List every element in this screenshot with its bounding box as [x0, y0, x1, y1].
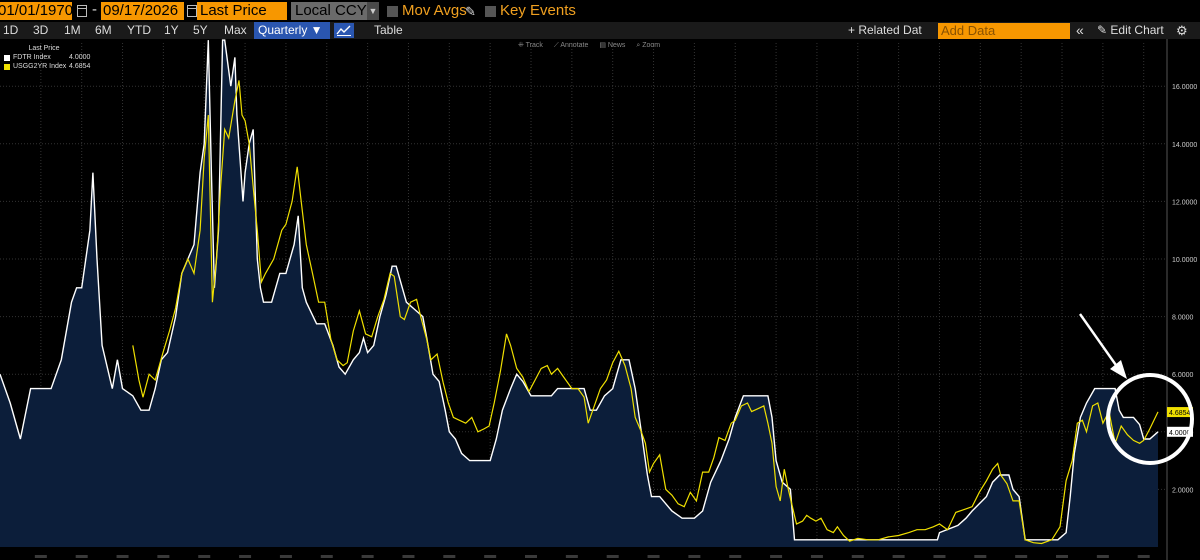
mov-avgs-label[interactable]: Mov Avgs: [402, 2, 467, 20]
line-chart-icon[interactable]: [334, 23, 354, 38]
range-1y[interactable]: 1Y: [164, 22, 179, 39]
table-button[interactable]: Table: [374, 22, 403, 39]
top-toolbar: 01/01/1970 - 09/17/2026 Last Price Local…: [0, 0, 1200, 22]
legend-row-fdtr[interactable]: FDTR Index 4.0000: [4, 53, 90, 62]
range-6m[interactable]: 6M: [95, 22, 112, 39]
calendar-icon[interactable]: [77, 5, 87, 17]
related-data-button[interactable]: + Related Dat: [848, 22, 934, 39]
y-tick-label: 10.0000: [1172, 257, 1197, 264]
legend-swatch: [4, 63, 10, 70]
zoom-tool[interactable]: ⌕ Zoom: [636, 42, 660, 49]
x-tick-mark: [320, 555, 333, 558]
date-separator: -: [92, 1, 97, 18]
x-tick-mark: [198, 555, 211, 558]
x-tick-mark: [851, 555, 864, 558]
x-tick-mark: [770, 555, 783, 558]
x-tick-mark: [1056, 555, 1069, 558]
x-tick-mark: [279, 555, 292, 558]
x-tick-mark: [1137, 555, 1150, 558]
settings-gear-icon[interactable]: ⚙: [1176, 22, 1188, 39]
x-tick-mark: [361, 555, 374, 558]
range-toolbar: 1D 3D 1M 6M YTD 1Y 5Y Max Quarterly ▼ Ta…: [0, 22, 1200, 39]
mov-avgs-checkbox[interactable]: [387, 6, 398, 17]
x-tick-mark: [116, 555, 129, 558]
price-field-select[interactable]: Last Price: [197, 2, 287, 20]
calendar-icon[interactable]: [187, 5, 197, 17]
chevron-down-icon[interactable]: ▼: [367, 2, 379, 20]
x-tick-mark: [729, 555, 742, 558]
pencil-icon[interactable]: ✎: [465, 4, 476, 20]
legend-series-value: 4.0000: [69, 54, 91, 61]
x-tick-mark: [239, 555, 252, 558]
x-tick-mark: [402, 555, 415, 558]
x-tick-mark: [34, 555, 47, 558]
end-date-field[interactable]: 09/17/2026: [101, 2, 184, 20]
legend-swatch: [4, 54, 10, 61]
x-tick-mark: [892, 555, 905, 558]
legend-series-name: FDTR Index: [13, 54, 51, 61]
svg-text:4.6854: 4.6854: [1169, 410, 1191, 417]
x-tick-mark: [157, 555, 170, 558]
y-tick-label: 2.0000: [1172, 487, 1194, 494]
rates-chart[interactable]: 2.0000 4.0000 6.0000 8.0000 10.0000 12.0000 14…: [0, 39, 1200, 560]
y-tick-label: 14.0000: [1172, 142, 1197, 149]
key-events-label[interactable]: Key Events: [500, 2, 576, 20]
x-tick-mark: [443, 555, 456, 558]
x-tick-mark: [606, 555, 619, 558]
x-tick-mark: [810, 555, 823, 558]
y-tick-label: 16.0000: [1172, 84, 1197, 91]
legend-row-usgg2yr[interactable]: USGG2YR Index 4.6854: [4, 62, 90, 71]
range-1m[interactable]: 1M: [64, 22, 81, 39]
currency-select[interactable]: Local CCY: [291, 2, 367, 20]
x-tick-mark: [688, 555, 701, 558]
range-max[interactable]: Max: [224, 22, 247, 39]
edit-chart-button[interactable]: ✎ Edit Chart: [1097, 22, 1164, 39]
range-5y[interactable]: 5Y: [193, 22, 208, 39]
range-ytd[interactable]: YTD: [127, 22, 151, 39]
x-tick-mark: [1096, 555, 1109, 558]
annotate-tool[interactable]: ⟋ Annotate: [554, 42, 588, 49]
legend-title: Last Price: [28, 45, 60, 52]
y-tick-label: 12.0000: [1172, 199, 1197, 206]
x-tick-mark: [647, 555, 660, 558]
x-tick-mark: [525, 555, 538, 558]
y-tick-label: 6.0000: [1172, 372, 1194, 379]
legend-series-value: 4.6854: [69, 63, 91, 70]
x-tick-mark: [565, 555, 578, 558]
x-tick-mark: [974, 555, 987, 558]
range-3d[interactable]: 3D: [33, 22, 48, 39]
frequency-select[interactable]: Quarterly ▼: [254, 22, 330, 39]
x-tick-mark: [75, 555, 88, 558]
range-1d[interactable]: 1D: [3, 22, 18, 39]
chart-tools: ⁜ Track ⟋ Annotate ▤ News ⌕ Zoom: [518, 41, 669, 50]
x-tick-mark: [1015, 555, 1028, 558]
add-data-input[interactable]: Add Data: [938, 23, 1070, 39]
key-events-checkbox[interactable]: [485, 6, 496, 17]
x-tick-mark: [484, 555, 497, 558]
collapse-icon[interactable]: «: [1076, 22, 1084, 39]
y-tick-label: 8.0000: [1172, 315, 1194, 322]
legend: Last Price FDTR Index 4.0000 USGG2YR Ind…: [4, 44, 90, 71]
legend-series-name: USGG2YR Index: [13, 63, 67, 70]
x-tick-mark: [933, 555, 946, 558]
news-tool[interactable]: ▤ News: [599, 42, 625, 49]
track-tool[interactable]: ⁜ Track: [518, 42, 543, 49]
start-date-field[interactable]: 01/01/1970: [0, 2, 72, 20]
